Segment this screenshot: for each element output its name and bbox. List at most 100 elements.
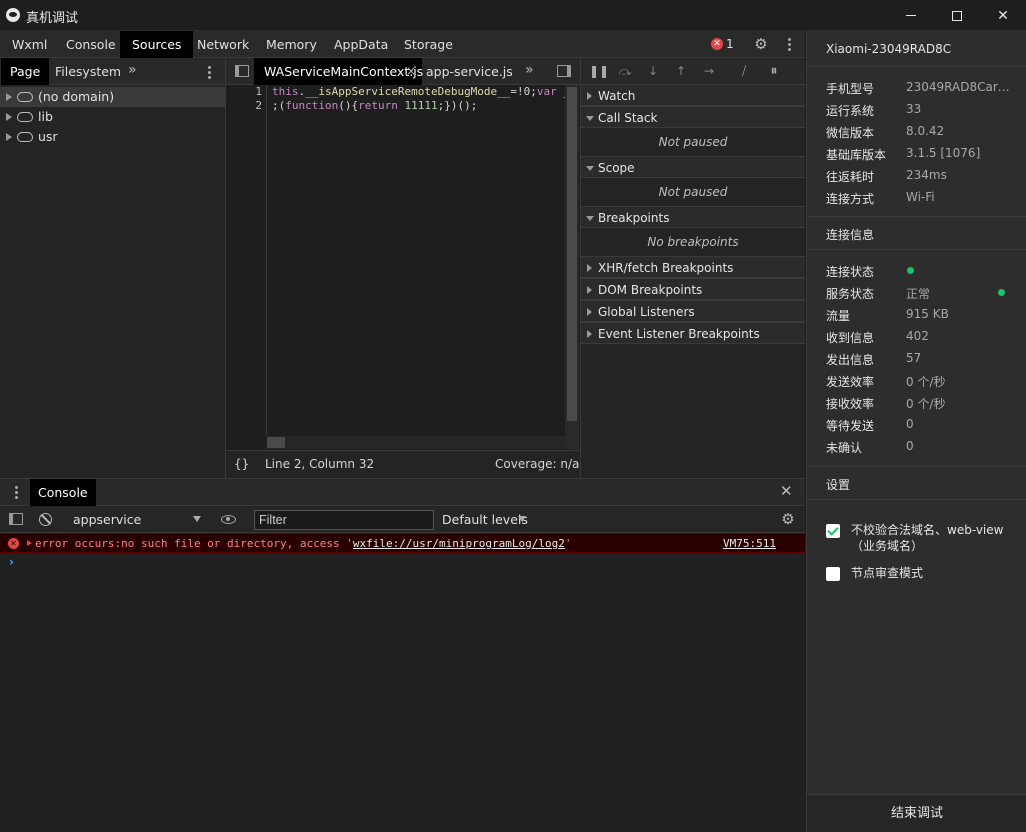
more-options-icon[interactable] [788, 38, 791, 53]
dropdown-arrow-icon[interactable] [518, 516, 526, 522]
settings-gear-icon[interactable]: ⚙ [753, 36, 769, 52]
code-line-2[interactable]: ;(function(){return 11111;})(); [272, 99, 477, 112]
info-row-connection: 连接方式 Wi-Fi [807, 186, 1026, 208]
info-value: 23049RAD8Carmen [906, 80, 1011, 94]
step-icon[interactable]: → [701, 63, 717, 79]
pane-title: Watch [598, 89, 636, 103]
navigator-menu-icon[interactable] [208, 66, 211, 81]
tab-waservicemaincontext[interactable]: WAServiceMainContext.js × [254, 58, 423, 85]
code-line-1[interactable]: this.__isAppServiceRemoteDebugMode__=!0;… [272, 85, 570, 98]
pane-call-stack[interactable]: Call Stack [581, 106, 805, 128]
end-debug-button[interactable]: 结束调试 [807, 794, 1026, 832]
console-settings-gear-icon[interactable]: ⚙ [780, 511, 796, 527]
close-tab-icon[interactable]: × [406, 58, 416, 85]
live-expression-eye-icon[interactable] [221, 515, 236, 524]
toggle-debugger-icon[interactable] [557, 65, 571, 77]
clear-console-icon[interactable] [39, 513, 52, 526]
error-file-link[interactable]: wxfile://usr/miniprogramLog/log2 [353, 537, 565, 550]
vertical-scrollbar[interactable] [565, 85, 579, 423]
tree-item-no-domain[interactable]: (no domain) [0, 87, 225, 107]
tab-page[interactable]: Page [1, 58, 50, 85]
scroll-thumb[interactable] [267, 437, 285, 448]
step-over-icon[interactable]: ⤼ [617, 63, 633, 79]
pretty-print-icon[interactable]: {} [234, 457, 249, 471]
pane-breakpoints[interactable]: Breakpoints [581, 206, 805, 228]
breakpoints-status: No breakpoints [581, 229, 805, 256]
pane-title: Call Stack [598, 111, 658, 125]
more-tabs-icon[interactable]: » [525, 62, 534, 78]
tab-wxml[interactable]: Wxml [0, 31, 59, 58]
step-into-icon[interactable]: ↓ [645, 63, 661, 79]
tree-item-lib[interactable]: lib [0, 107, 225, 127]
conn-row-receive-rate: 接收效率 0 个/秒 [807, 391, 1026, 413]
pane-watch[interactable]: Watch [581, 84, 805, 106]
line-number[interactable]: 2 [232, 99, 262, 112]
status-dot-icon [907, 267, 914, 274]
tab-console[interactable]: Console [54, 31, 128, 58]
pause-on-exceptions-icon[interactable]: ⏸ [766, 63, 782, 79]
log-levels-dropdown[interactable]: Default levels [442, 512, 528, 527]
minimize-button[interactable] [888, 0, 934, 31]
tab-storage[interactable]: Storage [392, 31, 465, 58]
tab-network[interactable]: Network [185, 31, 261, 58]
console-prompt[interactable]: › [9, 555, 14, 569]
device-header: Xiaomi-23049RAD8C [807, 31, 1026, 67]
context-selector[interactable]: appservice [73, 512, 141, 527]
drawer-menu-icon[interactable] [15, 486, 18, 501]
error-count[interactable]: 1 [726, 37, 734, 51]
call-stack-status: Not paused [581, 129, 805, 156]
tab-filesystem[interactable]: Filesystem [46, 58, 130, 85]
info-value: 33 [906, 102, 922, 116]
info-row-model: 手机型号 23049RAD8Carmen [807, 76, 1026, 98]
pane-scope[interactable]: Scope [581, 156, 805, 178]
cursor-position: Line 2, Column 32 [265, 457, 375, 471]
horizontal-scrollbar[interactable] [267, 436, 565, 449]
close-window-button[interactable]: ✕ [980, 0, 1026, 31]
toggle-navigator-icon[interactable] [235, 65, 249, 77]
conn-row-send-rate: 发送效率 0 个/秒 [807, 369, 1026, 391]
tab-appdata[interactable]: AppData [322, 31, 400, 58]
info-label: 收到信息 [826, 331, 875, 345]
pane-event-listener-breakpoints[interactable]: Event Listener Breakpoints [581, 322, 805, 344]
line-number[interactable]: 1 [232, 85, 262, 98]
checkbox-unchecked[interactable] [826, 567, 840, 581]
tab-memory[interactable]: Memory [254, 31, 329, 58]
scroll-thumb[interactable] [567, 87, 577, 421]
more-tabs-icon[interactable]: » [128, 62, 137, 78]
panel-tabs: Wxml Console Sources Network Memory AppD… [0, 31, 805, 58]
pane-global-listeners[interactable]: Global Listeners [581, 300, 805, 322]
console-filter-input[interactable] [254, 510, 434, 530]
console-sidebar-icon[interactable] [9, 513, 23, 525]
collapsed-arrow-icon [587, 286, 592, 294]
pane-xhr-breakpoints[interactable]: XHR/fetch Breakpoints [581, 256, 805, 278]
expand-arrow-icon[interactable] [27, 540, 32, 546]
checkbox-checked[interactable] [826, 524, 840, 538]
tab-sources[interactable]: Sources [120, 31, 194, 58]
info-row-os: 运行系统 33 [807, 98, 1026, 120]
console-error-message[interactable]: ✕ error occurs:no such file or directory… [0, 533, 805, 553]
wechat-devtools-icon [6, 8, 20, 22]
info-value: 57 [906, 351, 922, 365]
pause-icon[interactable]: ❚❚ [589, 63, 609, 79]
error-source-link[interactable]: VM75:511 [723, 537, 776, 550]
scope-status: Not paused [581, 179, 805, 206]
info-value: 8.0.42 [906, 124, 945, 138]
step-out-icon[interactable]: ↑ [673, 63, 689, 79]
tree-item-label: usr [38, 129, 58, 144]
maximize-button[interactable] [934, 0, 980, 31]
info-label: 等待发送 [826, 419, 875, 433]
coverage-status[interactable]: Coverage: n/a [495, 457, 579, 471]
pane-dom-breakpoints[interactable]: DOM Breakpoints [581, 278, 805, 300]
code-token: ;})(); [437, 99, 478, 112]
conn-row-pending: 等待发送 0 [807, 413, 1026, 435]
tab-app-service[interactable]: app-service.js [416, 58, 513, 85]
tree-item-usr[interactable]: usr [0, 127, 225, 147]
collapsed-arrow-icon [587, 92, 592, 100]
conn-row-service: 服务状态 正常 [807, 281, 1026, 303]
dropdown-arrow-icon[interactable] [193, 516, 201, 522]
deactivate-breakpoints-icon[interactable]: ⧸ [736, 63, 752, 79]
close-drawer-icon[interactable]: ✕ [780, 482, 793, 500]
conn-row-sent: 发出信息 57 [807, 347, 1026, 369]
error-count-icon[interactable]: ✕ [711, 38, 723, 50]
tab-console-drawer[interactable]: Console [30, 479, 96, 506]
